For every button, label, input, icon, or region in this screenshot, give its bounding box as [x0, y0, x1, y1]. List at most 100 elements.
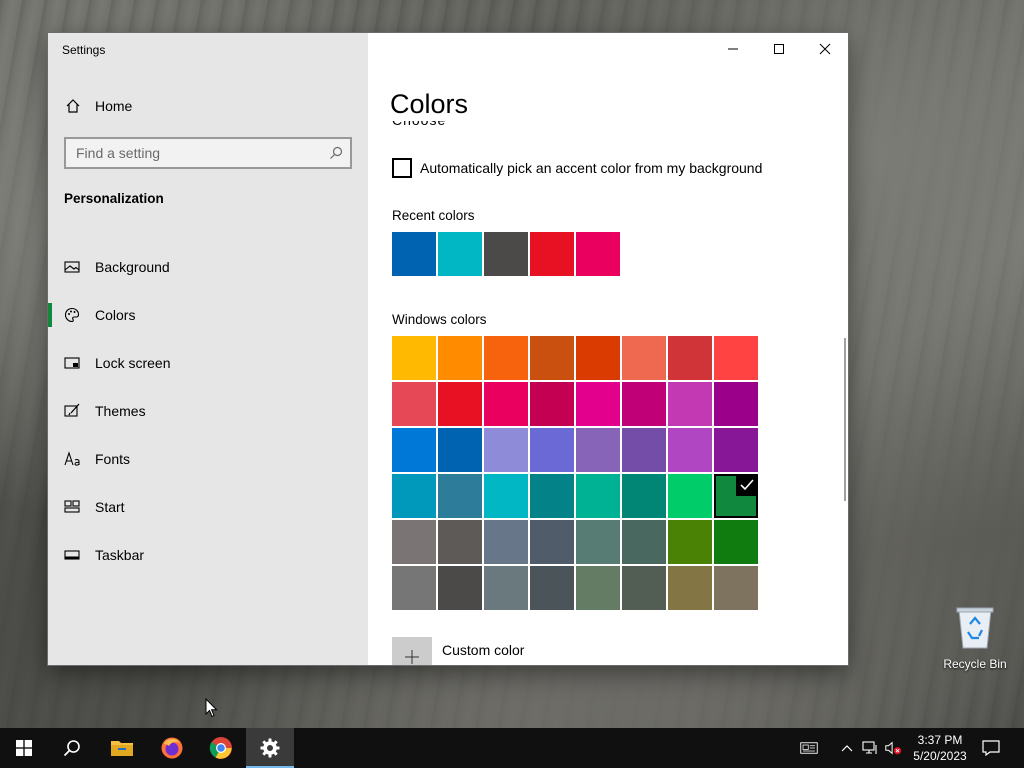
color-swatch[interactable] [484, 382, 528, 426]
color-swatch[interactable] [484, 474, 528, 518]
color-swatch[interactable] [668, 382, 712, 426]
custom-color-label: Custom color [442, 642, 525, 658]
color-swatch[interactable] [438, 336, 482, 380]
color-swatch[interactable] [484, 566, 528, 610]
color-swatch[interactable] [438, 474, 482, 518]
color-swatch[interactable] [438, 520, 482, 564]
custom-color-button[interactable]: Custom color [392, 637, 524, 665]
color-swatch[interactable] [392, 428, 436, 472]
search-icon[interactable] [328, 145, 344, 161]
color-swatch[interactable] [714, 566, 758, 610]
page-title: Colors [390, 89, 469, 119]
color-swatch[interactable] [484, 520, 528, 564]
color-swatch[interactable] [668, 520, 712, 564]
sidebar-item-fonts[interactable]: Fonts [48, 435, 368, 483]
color-swatch[interactable] [530, 566, 574, 610]
start-button[interactable] [0, 728, 48, 768]
color-swatch[interactable] [576, 382, 620, 426]
gear-icon [260, 738, 280, 758]
color-swatch[interactable] [622, 336, 666, 380]
maximize-button[interactable] [756, 33, 802, 65]
color-swatch[interactable] [392, 336, 436, 380]
recent-colors-row [392, 232, 622, 276]
color-swatch[interactable] [668, 566, 712, 610]
windows-logo-icon [16, 740, 32, 756]
chevron-up-icon[interactable] [838, 740, 856, 756]
color-swatch[interactable] [622, 566, 666, 610]
folder-icon [111, 741, 133, 756]
chrome-icon [209, 737, 232, 759]
color-swatch[interactable] [438, 382, 482, 426]
minimize-button[interactable] [710, 33, 756, 65]
color-swatch[interactable] [576, 336, 620, 380]
color-swatch[interactable] [530, 520, 574, 564]
sidebar-item-colors[interactable]: Colors [48, 291, 368, 339]
color-swatch[interactable] [530, 336, 574, 380]
color-swatch[interactable] [576, 474, 620, 518]
color-swatch-selected[interactable] [714, 474, 758, 518]
close-button[interactable] [802, 33, 848, 65]
color-swatch[interactable] [576, 428, 620, 472]
sidebar-item-taskbar[interactable]: Taskbar [48, 531, 368, 579]
news-widget-icon[interactable] [800, 740, 818, 756]
home-icon [65, 98, 81, 114]
color-swatch[interactable] [392, 520, 436, 564]
notification-icon[interactable] [982, 740, 1000, 756]
taskbar-search-button[interactable] [48, 728, 96, 768]
color-swatch[interactable] [714, 428, 758, 472]
color-swatch[interactable] [668, 474, 712, 518]
recent-color-swatch[interactable] [530, 232, 574, 276]
nav-home[interactable]: Home [48, 91, 368, 121]
color-swatch[interactable] [622, 382, 666, 426]
taskbar-clock[interactable]: 3:37 PM 5/20/2023 [908, 732, 972, 764]
recent-color-swatch[interactable] [392, 232, 436, 276]
window-title: Settings [62, 43, 106, 57]
sidebar-item-themes[interactable]: Themes [48, 387, 368, 435]
settings-taskbar-button[interactable] [246, 728, 294, 768]
clock-date: 5/20/2023 [913, 749, 967, 763]
color-swatch[interactable] [530, 474, 574, 518]
recent-color-swatch[interactable] [484, 232, 528, 276]
sidebar-item-label: Themes [95, 403, 146, 419]
sidebar-item-background[interactable]: Background [48, 243, 368, 291]
color-swatch[interactable] [438, 428, 482, 472]
color-swatch[interactable] [530, 428, 574, 472]
windows-colors-label: Windows colors [392, 312, 487, 327]
sidebar-item-start[interactable]: Start [48, 483, 368, 531]
color-swatch[interactable] [668, 336, 712, 380]
color-swatch[interactable] [392, 474, 436, 518]
file-explorer-button[interactable] [98, 728, 146, 768]
recycle-bin[interactable]: Recycle Bin [940, 604, 1010, 671]
sidebar: Settings Home Personalization Background [48, 33, 368, 665]
color-swatch[interactable] [622, 428, 666, 472]
recent-color-swatch[interactable] [438, 232, 482, 276]
chrome-button[interactable] [197, 728, 245, 768]
network-icon[interactable] [862, 740, 880, 756]
color-swatch[interactable] [668, 428, 712, 472]
color-swatch[interactable] [714, 382, 758, 426]
color-swatch[interactable] [622, 520, 666, 564]
search-input[interactable] [66, 139, 328, 167]
color-swatch[interactable] [714, 520, 758, 564]
auto-accent-checkbox[interactable] [392, 158, 412, 178]
color-swatch[interactable] [438, 566, 482, 610]
color-swatch[interactable] [392, 566, 436, 610]
volume-muted-icon[interactable] [884, 740, 902, 756]
sidebar-item-lock-screen[interactable]: Lock screen [48, 339, 368, 387]
color-swatch[interactable] [714, 336, 758, 380]
color-swatch[interactable] [576, 566, 620, 610]
auto-accent-option[interactable]: Automatically pick an accent color from … [392, 158, 762, 178]
settings-window: Settings Home Personalization Background [48, 33, 848, 665]
color-swatch[interactable] [576, 520, 620, 564]
color-swatch[interactable] [392, 382, 436, 426]
firefox-button[interactable] [148, 728, 196, 768]
color-swatch[interactable] [622, 474, 666, 518]
recent-color-swatch[interactable] [576, 232, 620, 276]
sidebar-item-label: Taskbar [95, 547, 145, 563]
image-icon [64, 259, 80, 275]
mouse-cursor-icon [205, 698, 218, 718]
content-scrollbar[interactable] [844, 338, 846, 501]
color-swatch[interactable] [484, 428, 528, 472]
color-swatch[interactable] [530, 382, 574, 426]
color-swatch[interactable] [484, 336, 528, 380]
